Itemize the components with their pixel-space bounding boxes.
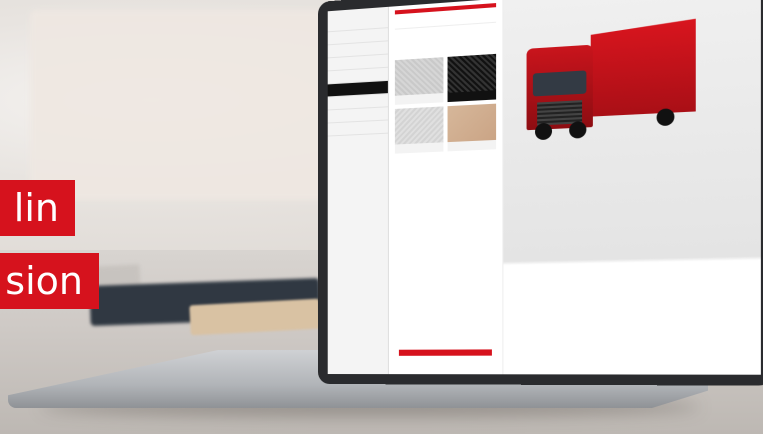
spec-summary xyxy=(503,268,760,273)
caption-line2-text: sion xyxy=(5,259,83,303)
option-row xyxy=(394,13,497,30)
truck-trailer xyxy=(591,19,696,117)
question-text xyxy=(395,29,496,36)
top-red-bar xyxy=(394,3,497,15)
truck-windshield xyxy=(532,70,587,97)
material-tiles xyxy=(394,53,497,154)
laptop-screen xyxy=(327,0,761,375)
tile-caption xyxy=(447,139,497,152)
caption-tag-line1: lin xyxy=(0,180,75,236)
caption-line1-text: lin xyxy=(13,186,59,230)
tile-caption xyxy=(447,90,497,103)
truck-cab xyxy=(526,44,593,131)
configurator-form xyxy=(388,0,504,375)
tile-caption xyxy=(394,142,443,154)
truck-preview xyxy=(503,0,761,375)
laptop-screen-bezel xyxy=(318,0,763,386)
sidebar-item xyxy=(327,120,388,137)
red-action-button xyxy=(398,349,492,356)
photo-scene: lin sion xyxy=(0,0,763,434)
material-tile xyxy=(447,103,497,152)
truck-image xyxy=(526,19,691,145)
material-tile xyxy=(394,106,443,154)
truck-wheel xyxy=(656,108,675,127)
caption-tag-line2: sion xyxy=(0,253,99,309)
truck-wheel xyxy=(569,121,587,139)
background-frame xyxy=(30,10,330,200)
configurator-sidebar xyxy=(327,6,389,375)
truck-wheel xyxy=(535,122,553,141)
material-tile-selected xyxy=(447,53,497,103)
tile-caption xyxy=(394,93,443,105)
material-tile xyxy=(394,57,443,105)
